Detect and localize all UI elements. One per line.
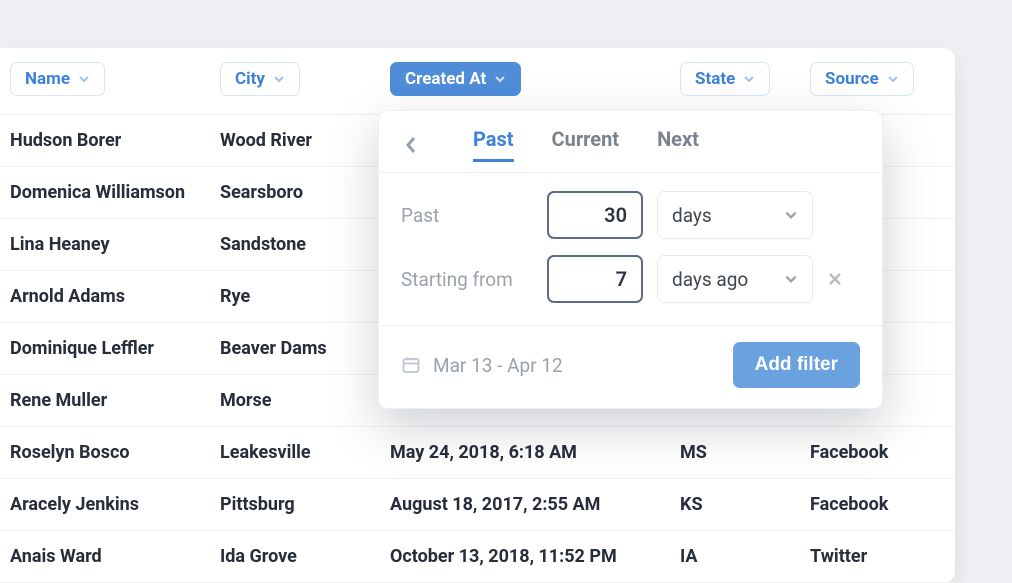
starting-from-row: Starting from days ago: [401, 255, 860, 303]
cell-date: October 13, 2018, 11:52 PM: [390, 546, 680, 567]
date-range-text: Mar 13 - Apr 12: [433, 354, 563, 377]
cell-city: Searsboro: [220, 182, 390, 203]
cell-source: Facebook: [810, 494, 945, 515]
cell-name: Dominique Leffler: [10, 338, 220, 359]
column-state-filter[interactable]: State: [680, 62, 770, 96]
table-row[interactable]: Roselyn BoscoLeakesvilleMay 24, 2018, 6:…: [0, 427, 955, 479]
cell-city: Beaver Dams: [220, 338, 390, 359]
chevron-down-icon: [78, 73, 90, 85]
popover-body: Past days Starting from days ago: [379, 173, 882, 325]
cell-city: Pittsburg: [220, 494, 390, 515]
cell-name: Domenica Williamson: [10, 182, 220, 203]
chevron-down-icon: [743, 73, 755, 85]
date-filter-popover: Past Current Next Past days Starting fro…: [378, 110, 883, 409]
column-city-label: City: [235, 69, 265, 89]
chevron-down-icon: [784, 208, 798, 222]
column-source-label: Source: [825, 69, 879, 89]
cell-date: August 18, 2017, 2:55 AM: [390, 494, 680, 515]
starting-from-label: Starting from: [401, 268, 533, 291]
chevron-down-icon: [887, 73, 899, 85]
cell-source: Twitter: [810, 546, 945, 567]
cell-state: IA: [680, 546, 810, 567]
back-button[interactable]: [397, 131, 425, 159]
column-name-filter[interactable]: Name: [10, 62, 105, 96]
cell-source: Facebook: [810, 442, 945, 463]
column-state-label: State: [695, 69, 735, 89]
chevron-down-icon: [273, 73, 285, 85]
starting-from-unit-select[interactable]: days ago: [657, 255, 813, 303]
cell-name: Hudson Borer: [10, 130, 220, 151]
cell-city: Ida Grove: [220, 546, 390, 567]
clear-starting-from-button[interactable]: [827, 271, 855, 287]
calendar-icon: [401, 355, 421, 375]
starting-from-value-input[interactable]: [547, 255, 643, 303]
past-duration-row: Past days: [401, 191, 860, 239]
cell-state: KS: [680, 494, 810, 515]
cell-city: Rye: [220, 286, 390, 307]
column-created-at-filter[interactable]: Created At: [390, 62, 521, 96]
column-created-at-label: Created At: [405, 69, 486, 89]
table-row[interactable]: Aracely JenkinsPittsburgAugust 18, 2017,…: [0, 479, 955, 531]
starting-from-unit-value: days ago: [672, 268, 748, 291]
cell-name: Arnold Adams: [10, 286, 220, 307]
cell-city: Leakesville: [220, 442, 390, 463]
table-header: Name City Created At: [0, 48, 955, 115]
cell-state: MS: [680, 442, 810, 463]
cell-city: Sandstone: [220, 234, 390, 255]
tab-next[interactable]: Next: [657, 127, 699, 162]
column-name-label: Name: [25, 69, 70, 89]
past-unit-select[interactable]: days: [657, 191, 813, 239]
past-value-input[interactable]: [547, 191, 643, 239]
past-unit-value: days: [672, 204, 712, 227]
date-range-preview: Mar 13 - Apr 12: [401, 354, 563, 377]
table-row[interactable]: Anais WardIda GroveOctober 13, 2018, 11:…: [0, 531, 955, 583]
column-city-filter[interactable]: City: [220, 62, 300, 96]
cell-name: Aracely Jenkins: [10, 494, 220, 515]
cell-name: Roselyn Bosco: [10, 442, 220, 463]
column-source-filter[interactable]: Source: [810, 62, 914, 96]
cell-city: Morse: [220, 390, 390, 411]
popover-footer: Mar 13 - Apr 12 Add filter: [379, 325, 882, 408]
popover-tabs: Past Current Next: [379, 111, 882, 173]
chevron-down-icon: [494, 73, 506, 85]
tab-past[interactable]: Past: [473, 127, 514, 162]
chevron-left-icon: [404, 135, 418, 155]
past-label: Past: [401, 204, 533, 227]
close-icon: [827, 271, 843, 287]
add-filter-button[interactable]: Add filter: [733, 342, 860, 388]
cell-name: Rene Muller: [10, 390, 220, 411]
tab-current[interactable]: Current: [552, 127, 620, 162]
chevron-down-icon: [784, 272, 798, 286]
cell-city: Wood River: [220, 130, 390, 151]
cell-name: Lina Heaney: [10, 234, 220, 255]
cell-date: May 24, 2018, 6:18 AM: [390, 442, 680, 463]
cell-name: Anais Ward: [10, 546, 220, 567]
